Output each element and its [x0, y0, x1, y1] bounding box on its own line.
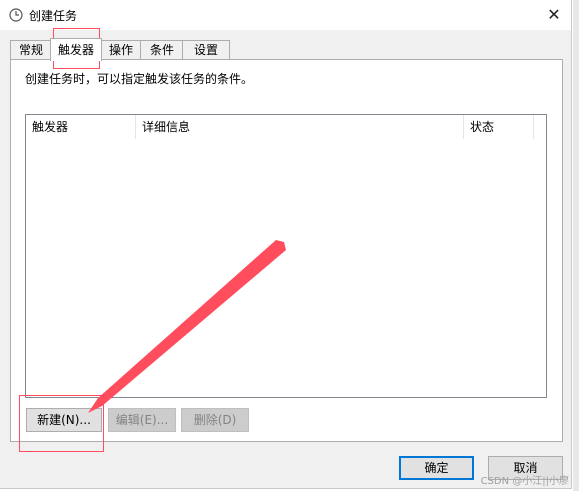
- tab-triggers[interactable]: 触发器: [50, 38, 102, 61]
- annotation-arrow: [88, 240, 286, 413]
- annotation-arrow-shape: [88, 240, 286, 413]
- watermark-text: CSDN @小江||小廖: [480, 476, 569, 487]
